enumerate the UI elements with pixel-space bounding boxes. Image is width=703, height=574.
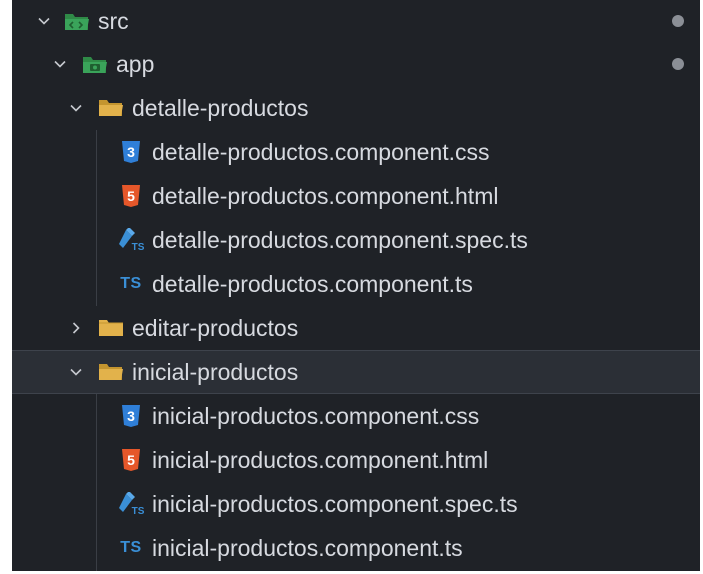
- tree-item-label: inicial-productos.component.spec.ts: [152, 490, 518, 517]
- tree-item-label: app: [116, 50, 155, 77]
- indent-guide: [96, 394, 97, 571]
- ts-file-icon: TS: [120, 539, 142, 556]
- tree-item-label: detalle-productos.component.css: [152, 138, 490, 165]
- svg-text:TS: TS: [132, 242, 144, 252]
- tree-item-label: inicial-productos.component.css: [152, 402, 480, 429]
- tree-item-file[interactable]: TS detalle-productos.component.spec.ts: [12, 218, 700, 262]
- file-explorer: src app detalle-productos 3 detalle-prod…: [12, 0, 700, 571]
- tree-item-detalle-productos[interactable]: detalle-productos: [12, 86, 700, 130]
- tree-item-file[interactable]: 3 inicial-productos.component.css: [12, 394, 700, 438]
- chevron-down-icon[interactable]: [34, 11, 54, 31]
- chevron-down-icon[interactable]: [50, 54, 70, 74]
- tree-item-app[interactable]: app: [12, 42, 700, 86]
- tree-item-editar-productos[interactable]: editar-productos: [12, 306, 700, 350]
- folder-open-icon: [98, 360, 124, 384]
- tree-item-label: src: [98, 7, 129, 34]
- test-ts-file-icon: TS: [118, 492, 144, 516]
- folder-app-open-icon: [82, 52, 108, 76]
- svg-text:3: 3: [127, 144, 135, 160]
- tree-item-file[interactable]: TS detalle-productos.component.ts: [12, 262, 700, 306]
- ts-file-icon: TS: [120, 275, 142, 292]
- chevron-down-icon[interactable]: [66, 362, 86, 382]
- tree-item-label: inicial-productos.component.html: [152, 446, 489, 473]
- svg-text:3: 3: [127, 408, 135, 424]
- tree-item-label: detalle-productos.component.html: [152, 182, 499, 209]
- tree-item-file[interactable]: 3 detalle-productos.component.css: [12, 130, 700, 174]
- modified-dot-icon: [672, 58, 684, 70]
- chevron-right-icon[interactable]: [66, 318, 86, 338]
- svg-text:5: 5: [127, 188, 135, 204]
- indent-guide: [96, 130, 97, 306]
- tree-item-inicial-productos[interactable]: inicial-productos: [12, 350, 700, 394]
- folder-open-icon: [98, 96, 124, 120]
- tree-item-label: detalle-productos.component.spec.ts: [152, 226, 528, 253]
- html-file-icon: 5: [118, 184, 144, 208]
- tree-item-label: detalle-productos: [132, 94, 309, 121]
- tree-item-label: detalle-productos.component.ts: [152, 270, 473, 297]
- html-file-icon: 5: [118, 448, 144, 472]
- tree-item-file[interactable]: TS inicial-productos.component.ts: [12, 526, 700, 570]
- tree-item-file[interactable]: 5 detalle-productos.component.html: [12, 174, 700, 218]
- test-ts-file-icon: TS: [118, 228, 144, 252]
- tree-item-src[interactable]: src: [12, 0, 700, 42]
- tree-item-label: editar-productos: [132, 314, 299, 341]
- svg-text:5: 5: [127, 452, 135, 468]
- css-file-icon: 3: [118, 140, 144, 164]
- tree-item-file[interactable]: 5 inicial-productos.component.html: [12, 438, 700, 482]
- svg-text:TS: TS: [132, 506, 144, 516]
- tree-item-label: inicial-productos.component.ts: [152, 534, 463, 561]
- chevron-down-icon[interactable]: [66, 98, 86, 118]
- modified-dot-icon: [672, 15, 684, 27]
- tree-item-label: inicial-productos: [132, 358, 299, 385]
- css-file-icon: 3: [118, 404, 144, 428]
- folder-closed-icon: [98, 316, 124, 340]
- folder-src-open-icon: [64, 9, 90, 33]
- tree-item-file[interactable]: TS inicial-productos.component.spec.ts: [12, 482, 700, 526]
- file-tree: src app detalle-productos 3 detalle-prod…: [12, 0, 700, 570]
